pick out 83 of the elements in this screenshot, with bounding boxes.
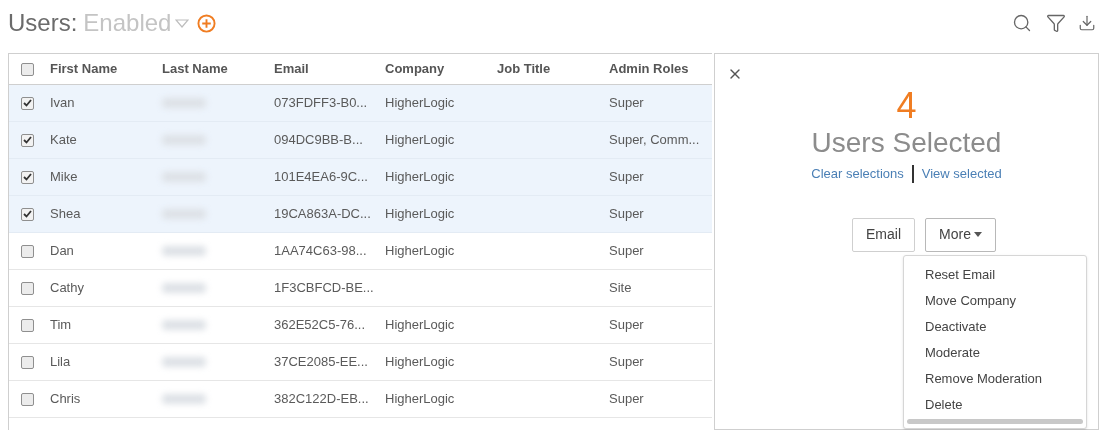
table-cell-text: Cathy	[50, 279, 84, 298]
table-cell-text: 1F3CBFCD-BE...	[274, 279, 374, 298]
table-cell-text: HigherLogic	[385, 316, 455, 335]
table-cell-text: Super	[609, 94, 644, 113]
table-cell-text: HigherLogic	[385, 353, 455, 372]
table-cell-text: Super	[609, 316, 644, 335]
email-button[interactable]: Email	[852, 217, 916, 252]
table-cell-text: Super	[609, 353, 644, 372]
table-row[interactable]: Ivan 073FDFF3-B0... HigherLogic Super	[9, 85, 712, 122]
table-cell-text: Super, Comm...	[609, 131, 700, 150]
table-cell-text: 101E4EA6-9C...	[274, 168, 368, 187]
blurred-text	[162, 246, 206, 256]
checkbox[interactable]	[21, 281, 34, 295]
caret-icon	[973, 232, 982, 237]
table-cell-text: Kate	[50, 131, 77, 150]
table-cell-text: 1AA74C63-98...	[274, 242, 367, 261]
column-header[interactable]: Admin Roles	[609, 59, 689, 79]
column-header[interactable]: Company	[385, 59, 445, 79]
menu-item[interactable]: Deactivate	[904, 314, 1086, 340]
table-cell-text: HigherLogic	[385, 390, 455, 409]
table-cell-text: Site	[609, 279, 632, 298]
download-icon[interactable]	[1078, 14, 1096, 32]
link[interactable]: View selected	[921, 164, 1002, 184]
table-row[interactable]: Mike 101E4EA6-9C... HigherLogic Super	[9, 159, 712, 196]
checkbox[interactable]	[21, 170, 34, 184]
filter-icon[interactable]	[1046, 13, 1066, 33]
table-cell-text: 382C122D-EB...	[274, 390, 369, 409]
checkbox[interactable]	[21, 355, 34, 369]
checkmark-icon	[23, 210, 32, 218]
table-cell-text: 094DC9BB-B...	[274, 131, 363, 150]
selected-count: 4	[896, 86, 917, 126]
table-cell-text: Super	[609, 168, 644, 187]
checkbox[interactable]	[21, 96, 34, 110]
link[interactable]: Clear selections	[811, 164, 904, 184]
menu-item[interactable]: Delete	[904, 392, 1086, 418]
table-cell-text: HigherLogic	[385, 94, 455, 113]
checkmark-icon	[23, 173, 32, 181]
checkbox[interactable]	[21, 62, 34, 76]
search-icon[interactable]	[1012, 13, 1032, 33]
table-cell-text: Ivan	[50, 94, 75, 113]
table-row[interactable]: Shea 19CA863A-DC... HigherLogic Super	[9, 196, 712, 233]
blurred-text	[162, 394, 206, 404]
table-cell-text: Tim	[50, 316, 72, 335]
checkmark-icon	[23, 99, 32, 107]
table-cell-text: 37CE2085-EE...	[274, 353, 368, 372]
table-cell-text: Super	[609, 390, 644, 409]
selected-label: Users Selected	[811, 126, 1002, 160]
blurred-text	[162, 283, 206, 293]
table-cell-text: Super	[609, 242, 644, 261]
table-cell-text: 073FDFF3-B0...	[274, 94, 368, 113]
table-cell-text: Chris	[50, 390, 81, 409]
checkbox[interactable]	[21, 318, 34, 332]
menu-item[interactable]: Move Company	[904, 288, 1086, 314]
checkbox[interactable]	[21, 244, 34, 258]
table-cell-text: Lila	[50, 353, 71, 372]
page-title: Users:	[8, 8, 78, 38]
checkbox[interactable]	[21, 392, 34, 406]
caret-icon	[175, 18, 190, 28]
table-cell-text: Shea	[50, 205, 81, 224]
menu-item[interactable]: Moderate	[904, 340, 1086, 366]
table-cell-text: Dan	[50, 242, 74, 261]
table-cell-text: 362E52C5-76...	[274, 316, 366, 335]
table-cell-text: HigherLogic	[385, 168, 455, 187]
menu-item[interactable]: Remove Moderation	[904, 366, 1086, 392]
column-header[interactable]: Last Name	[162, 59, 228, 79]
table-cell-text: Super	[609, 205, 644, 224]
add-icon[interactable]	[197, 13, 217, 33]
checkbox[interactable]	[21, 133, 34, 147]
column-header[interactable]: Job Title	[497, 59, 551, 79]
table-cell-text: HigherLogic	[385, 205, 455, 224]
column-header[interactable]: First Name	[50, 59, 118, 79]
checkmark-icon	[23, 136, 32, 144]
table-cell-text: Mike	[50, 168, 78, 187]
menu-item[interactable]: Reset Email	[904, 262, 1086, 288]
more-dropdown-button[interactable]: More	[925, 217, 996, 252]
table-cell-text: HigherLogic	[385, 131, 455, 150]
table-row[interactable]: Kate 094DC9BB-B... HigherLogic Super, Comm...	[9, 122, 712, 159]
checkbox[interactable]	[21, 207, 34, 221]
table-cell-text: HigherLogic	[385, 242, 455, 261]
blurred-text	[162, 320, 206, 330]
column-header[interactable]: Email	[274, 59, 309, 79]
blurred-text	[162, 357, 206, 367]
table-cell-text: 19CA863A-DC...	[274, 205, 371, 224]
